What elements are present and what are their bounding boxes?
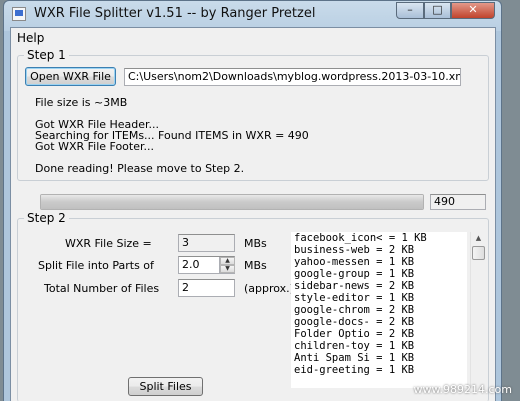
progress-bar bbox=[40, 194, 424, 210]
list-item[interactable]: business-web = 2 KB bbox=[291, 244, 467, 256]
list-item[interactable]: google-docs- = 2 KB bbox=[291, 316, 467, 328]
list-item[interactable]: Anti Spam Si = 1 KB bbox=[291, 352, 467, 364]
menu-bar: Help bbox=[11, 28, 495, 48]
list-item[interactable]: sidebar-news = 2 KB bbox=[291, 280, 467, 292]
list-item[interactable]: style-editor = 1 KB bbox=[291, 292, 467, 304]
menu-help[interactable]: Help bbox=[17, 31, 44, 45]
step2-group: Step 2 WXR File Size = 3 MBs Split File … bbox=[17, 211, 489, 401]
app-window: WXR File Splitter v1.51 -- by Ranger Pre… bbox=[3, 0, 502, 401]
maximize-button[interactable]: □ bbox=[424, 2, 451, 19]
split-size-value: 2.0 bbox=[182, 258, 200, 271]
title-bar[interactable]: WXR File Splitter v1.51 -- by Ranger Pre… bbox=[4, 1, 501, 27]
client-area: Help Step 1 Open WXR File C:\Users\nom2\… bbox=[10, 27, 496, 401]
wxr-size-unit: MBs bbox=[244, 237, 267, 250]
watermark: www.989214.com bbox=[413, 383, 512, 396]
close-button[interactable]: ✕ bbox=[451, 2, 495, 19]
list-item[interactable]: children-toy = 1 KB bbox=[291, 340, 467, 352]
step2-label: Step 2 bbox=[24, 211, 69, 225]
window-title: WXR File Splitter v1.51 -- by Ranger Pre… bbox=[34, 6, 316, 21]
list-item[interactable]: eid-greeting = 1 KB bbox=[291, 364, 467, 376]
scroll-up-arrow-icon[interactable]: ▲ bbox=[471, 232, 486, 245]
step1-group: Step 1 Open WXR File C:\Users\nom2\Downl… bbox=[17, 48, 489, 181]
step1-label: Step 1 bbox=[24, 48, 69, 62]
scroll-thumb[interactable] bbox=[472, 246, 485, 260]
list-item[interactable]: yahoo-messen = 1 KB bbox=[291, 256, 467, 268]
split-files-button[interactable]: Split Files bbox=[128, 377, 203, 396]
app-icon bbox=[12, 7, 26, 21]
wxr-size-field: 3 bbox=[178, 234, 235, 252]
split-size-label: Split File into Parts of bbox=[38, 259, 154, 272]
list-item[interactable]: google-group = 1 KB bbox=[291, 268, 467, 280]
spin-down-arrow-icon[interactable]: ▼ bbox=[220, 265, 235, 273]
list-item[interactable]: Folder Optio = 2 KB bbox=[291, 328, 467, 340]
file-list-scrollbar[interactable]: ▲ bbox=[470, 232, 486, 388]
log-line: Done reading! Please move to Step 2. bbox=[35, 162, 245, 175]
split-size-unit: MBs bbox=[244, 259, 267, 272]
list-item[interactable]: google-chrom = 2 KB bbox=[291, 304, 467, 316]
progress-count-field: 490 bbox=[430, 194, 486, 210]
minimize-button[interactable]: – bbox=[396, 2, 424, 19]
progress-fill bbox=[41, 195, 423, 209]
split-size-spinner[interactable]: ▲ ▼ bbox=[219, 257, 235, 273]
file-list[interactable]: facebook_icon< = 1 KB business-web = 2 KB… bbox=[291, 232, 467, 388]
spin-up-arrow-icon[interactable]: ▲ bbox=[220, 257, 235, 265]
wxr-size-label: WXR File Size = bbox=[65, 237, 152, 250]
total-files-unit: (approx.) bbox=[244, 282, 294, 295]
open-wxr-file-button[interactable]: Open WXR File bbox=[25, 67, 116, 86]
file-path-field[interactable]: C:\Users\nom2\Downloads\myblog.wordpress… bbox=[124, 68, 461, 86]
log-line: Got WXR File Footer... bbox=[35, 140, 154, 153]
list-item[interactable]: facebook_icon< = 1 KB bbox=[291, 232, 467, 244]
total-files-label: Total Number of Files bbox=[44, 282, 160, 295]
total-files-field[interactable]: 2 bbox=[178, 279, 235, 297]
file-size-text: File size is ~3MB bbox=[35, 96, 128, 109]
